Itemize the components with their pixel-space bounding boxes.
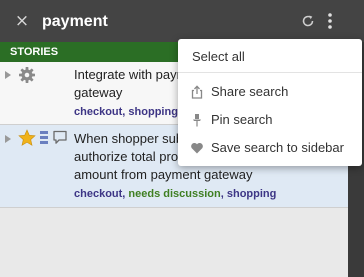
expand-arrow-icon[interactable] [4,70,12,80]
search-term-title: payment [42,13,108,30]
share-search-menu-item[interactable]: Share search [178,80,362,104]
pin-icon [193,114,201,127]
menu-item-label: Pin search [211,112,273,127]
menu-item-label: Share search [211,84,289,99]
story-title-line: Integrate with paym [74,67,188,82]
save-search-to-sidebar-menu-item[interactable]: Save search to sidebar [178,136,362,160]
close-icon[interactable]: × [14,12,30,30]
pin-search-menu-item[interactable]: Pin search [178,108,362,132]
menu-item-label: Save search to sidebar [211,140,344,155]
star-icon [18,129,36,146]
menu-item-label: Select all [192,49,245,64]
label-checkout[interactable]: checkout [74,188,122,200]
story-title-line: authorize total proc [74,149,185,164]
story-labels: checkout, needs discussion, shopping [74,188,277,200]
label-shopping[interactable]: shopping [227,188,277,200]
label-checkout[interactable]: checkout [74,106,122,118]
more-options-icon[interactable] [323,12,337,30]
expand-arrow-icon[interactable] [4,134,12,144]
comment-icon [53,130,67,144]
story-labels: checkout, shopping [74,106,178,118]
select-all-menu-item[interactable]: Select all [178,45,362,69]
story-title-line: When shopper sub [74,131,184,146]
estimate-bars-icon [40,131,48,144]
story-title-line: amount from payment gateway [74,167,253,182]
label-needs-discussion[interactable]: needs discussion [128,188,220,200]
refresh-icon[interactable] [300,13,316,29]
menu-divider [178,72,362,73]
story-title-line: gateway [74,85,123,100]
search-options-menu: Select all Share search Pin search Save … [178,39,362,166]
search-results-header: × payment [0,0,364,42]
heart-icon [191,143,203,154]
label-shopping[interactable]: shopping [128,106,178,118]
share-icon [191,85,203,99]
gear-icon [19,67,35,83]
